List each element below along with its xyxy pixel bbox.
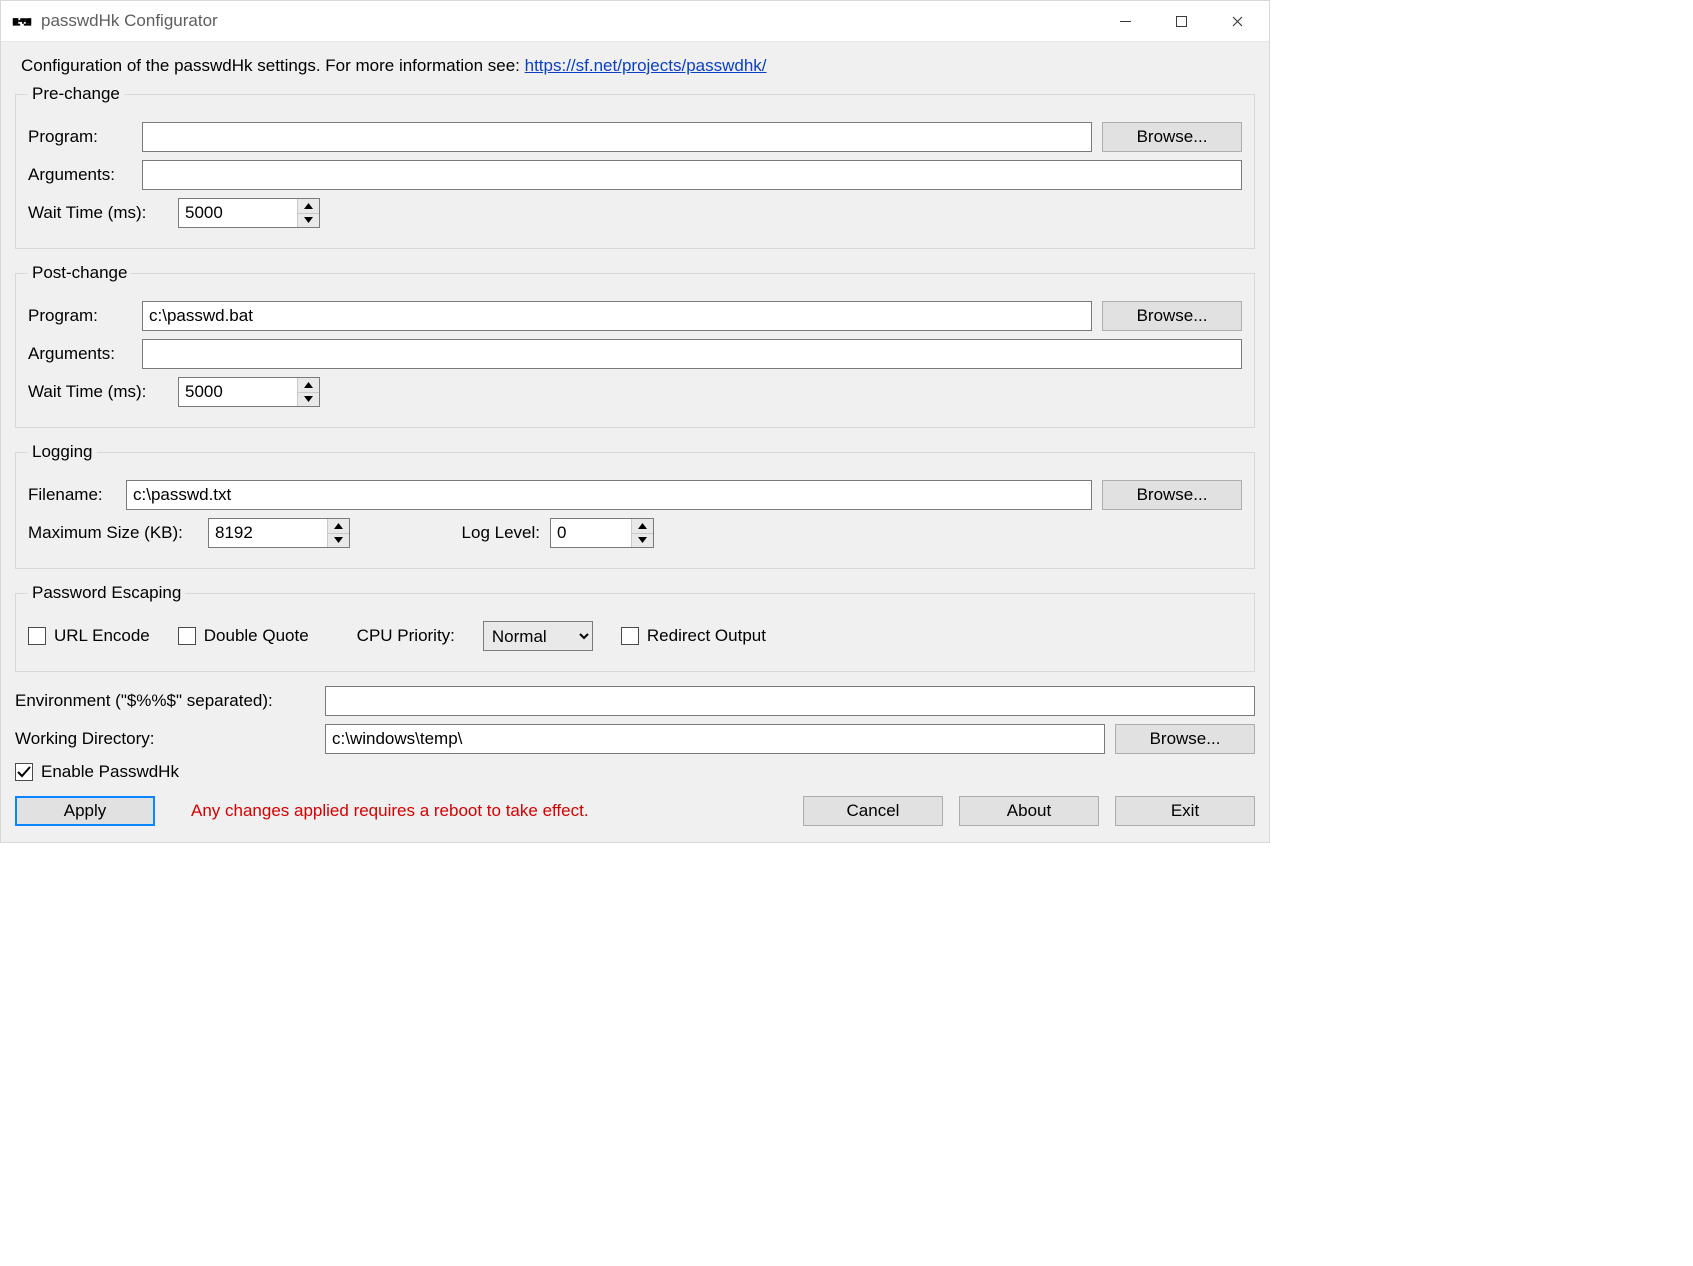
- intro-link[interactable]: https://sf.net/projects/passwdhk/: [525, 56, 767, 75]
- escaping-group: Password Escaping URL Encode Double Quot…: [15, 583, 1255, 672]
- log-filename-label: Filename:: [28, 485, 116, 505]
- app-window: passwdHk Configurator Configuration of t…: [0, 0, 1270, 843]
- close-button[interactable]: [1209, 2, 1265, 40]
- enable-label: Enable PasswdHk: [41, 762, 179, 782]
- intro-text-row: Configuration of the passwdHk settings. …: [21, 56, 1255, 76]
- spinner-up-icon[interactable]: [328, 519, 349, 533]
- env-input[interactable]: [325, 686, 1255, 716]
- pre-args-input[interactable]: [142, 160, 1242, 190]
- postchange-legend: Post-change: [28, 263, 131, 283]
- logging-legend: Logging: [28, 442, 97, 462]
- pre-wait-label: Wait Time (ms):: [28, 203, 168, 223]
- log-maxsize-label: Maximum Size (KB):: [28, 523, 198, 543]
- maximize-button[interactable]: [1153, 2, 1209, 40]
- prechange-group: Pre-change Program: Browse... Arguments:…: [15, 84, 1255, 249]
- intro-text: Configuration of the passwdHk settings. …: [21, 56, 525, 75]
- window-title: passwdHk Configurator: [41, 11, 218, 31]
- spinner-down-icon[interactable]: [632, 533, 653, 548]
- dquote-checkbox[interactable]: Double Quote: [178, 626, 309, 646]
- pre-wait-spinner[interactable]: [178, 198, 320, 228]
- log-level-value[interactable]: [551, 519, 631, 547]
- log-maxsize-value[interactable]: [209, 519, 327, 547]
- pre-program-input[interactable]: [142, 122, 1092, 152]
- exit-button[interactable]: Exit: [1115, 796, 1255, 826]
- urlencode-checkbox[interactable]: URL Encode: [28, 626, 150, 646]
- checkbox-icon: [621, 627, 639, 645]
- reboot-warning: Any changes applied requires a reboot to…: [191, 801, 589, 821]
- log-maxsize-spinner[interactable]: [208, 518, 350, 548]
- dquote-label: Double Quote: [204, 626, 309, 646]
- client-area: Configuration of the passwdHk settings. …: [1, 41, 1269, 842]
- pre-program-browse-button[interactable]: Browse...: [1102, 122, 1242, 152]
- app-icon: [11, 10, 33, 32]
- cancel-button[interactable]: Cancel: [803, 796, 943, 826]
- cpu-priority-select[interactable]: Normal: [483, 621, 593, 651]
- prechange-legend: Pre-change: [28, 84, 124, 104]
- post-wait-label: Wait Time (ms):: [28, 382, 168, 402]
- checkbox-icon: [178, 627, 196, 645]
- redirect-label: Redirect Output: [647, 626, 766, 646]
- escaping-legend: Password Escaping: [28, 583, 185, 603]
- spinner-down-icon[interactable]: [298, 213, 319, 228]
- env-label: Environment ("$%%$" separated):: [15, 691, 315, 711]
- checkbox-icon: [28, 627, 46, 645]
- log-level-spinner[interactable]: [550, 518, 654, 548]
- post-wait-spinner[interactable]: [178, 377, 320, 407]
- pre-program-label: Program:: [28, 127, 132, 147]
- about-button[interactable]: About: [959, 796, 1099, 826]
- log-level-label: Log Level:: [450, 523, 540, 543]
- post-program-label: Program:: [28, 306, 132, 326]
- post-args-label: Arguments:: [28, 344, 132, 364]
- titlebar: passwdHk Configurator: [1, 1, 1269, 41]
- log-filename-browse-button[interactable]: Browse...: [1102, 480, 1242, 510]
- postchange-group: Post-change Program: Browse... Arguments…: [15, 263, 1255, 428]
- spinner-down-icon[interactable]: [298, 392, 319, 407]
- spinner-up-icon[interactable]: [298, 199, 319, 213]
- logging-group: Logging Filename: Browse... Maximum Size…: [15, 442, 1255, 569]
- redirect-checkbox[interactable]: Redirect Output: [621, 626, 766, 646]
- wd-input[interactable]: [325, 724, 1105, 754]
- post-args-input[interactable]: [142, 339, 1242, 369]
- wd-label: Working Directory:: [15, 729, 315, 749]
- spinner-down-icon[interactable]: [328, 533, 349, 548]
- log-filename-input[interactable]: [126, 480, 1092, 510]
- footer: Apply Any changes applied requires a reb…: [15, 796, 1255, 826]
- post-program-browse-button[interactable]: Browse...: [1102, 301, 1242, 331]
- spinner-up-icon[interactable]: [298, 378, 319, 392]
- pre-wait-value[interactable]: [179, 199, 297, 227]
- urlencode-label: URL Encode: [54, 626, 150, 646]
- enable-checkbox[interactable]: Enable PasswdHk: [15, 762, 179, 782]
- minimize-button[interactable]: [1097, 2, 1153, 40]
- apply-button[interactable]: Apply: [15, 796, 155, 826]
- wd-browse-button[interactable]: Browse...: [1115, 724, 1255, 754]
- spinner-up-icon[interactable]: [632, 519, 653, 533]
- pre-args-label: Arguments:: [28, 165, 132, 185]
- cpu-priority-label: CPU Priority:: [357, 626, 455, 646]
- post-wait-value[interactable]: [179, 378, 297, 406]
- checkbox-checked-icon: [15, 763, 33, 781]
- post-program-input[interactable]: [142, 301, 1092, 331]
